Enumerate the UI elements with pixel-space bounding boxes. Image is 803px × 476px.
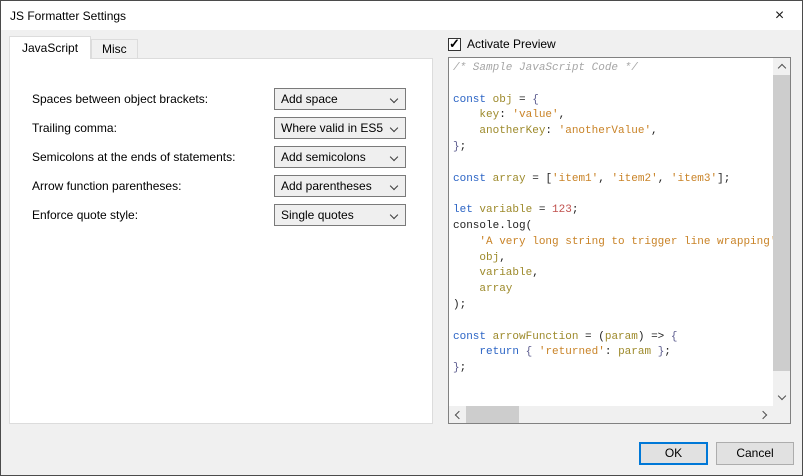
combo-quote-style[interactable]: Single quotes (274, 204, 406, 226)
chevron-down-icon (390, 153, 398, 161)
tab-javascript[interactable]: JavaScript (9, 36, 91, 59)
scrollbar-corner (773, 406, 790, 423)
tab-javascript-label: JavaScript (22, 41, 78, 55)
scroll-down-icon[interactable] (773, 389, 790, 406)
javascript-tab-panel: Spaces between object brackets: Add spac… (9, 58, 433, 424)
setting-label-quote-style: Enforce quote style: (32, 208, 138, 222)
chevron-down-icon (390, 95, 398, 103)
scroll-left-icon[interactable] (449, 406, 466, 423)
setting-label-arrow-parentheses: Arrow function parentheses: (32, 179, 181, 193)
js-formatter-settings-dialog: JS Formatter Settings × JavaScript Misc … (0, 0, 803, 476)
tab-misc[interactable]: Misc (91, 39, 138, 58)
cancel-button-label: Cancel (736, 446, 773, 460)
activate-preview-label: Activate Preview (467, 37, 556, 51)
combo-semicolons[interactable]: Add semicolons (274, 146, 406, 168)
combo-semicolons-value: Add semicolons (281, 150, 366, 164)
setting-label-object-brackets: Spaces between object brackets: (32, 92, 208, 106)
horizontal-scrollbar[interactable] (449, 406, 773, 423)
chevron-down-icon (390, 182, 398, 190)
combo-arrow-parentheses-value: Add parentheses (281, 179, 372, 193)
ok-button[interactable]: OK (639, 442, 708, 465)
code-area: /* Sample JavaScript Code */ const obj =… (449, 58, 773, 406)
close-button[interactable]: × (757, 1, 802, 30)
close-icon: × (775, 8, 784, 24)
window-title: JS Formatter Settings (10, 9, 126, 23)
checkbox-check-icon: ✓ (449, 36, 460, 52)
code-preview-box: /* Sample JavaScript Code */ const obj =… (448, 57, 791, 424)
combo-object-brackets[interactable]: Add space (274, 88, 406, 110)
vertical-scrollbar-thumb[interactable] (773, 75, 790, 371)
setting-label-semicolons: Semicolons at the ends of statements: (32, 150, 235, 164)
checkbox-box: ✓ (448, 38, 461, 51)
scroll-up-icon[interactable] (773, 58, 790, 75)
cancel-button[interactable]: Cancel (716, 442, 794, 465)
activate-preview-checkbox[interactable]: ✓ Activate Preview (448, 37, 556, 51)
chevron-down-icon (390, 211, 398, 219)
scroll-right-icon[interactable] (756, 406, 773, 423)
combo-object-brackets-value: Add space (281, 92, 338, 106)
combo-trailing-comma[interactable]: Where valid in ES5 (274, 117, 406, 139)
horizontal-scrollbar-thumb[interactable] (466, 406, 519, 423)
ok-button-label: OK (665, 446, 682, 460)
vertical-scrollbar[interactable] (773, 58, 790, 406)
combo-quote-style-value: Single quotes (281, 208, 354, 222)
combo-arrow-parentheses[interactable]: Add parentheses (274, 175, 406, 197)
setting-label-trailing-comma: Trailing comma: (32, 121, 117, 135)
chevron-down-icon (390, 124, 398, 132)
combo-trailing-comma-value: Where valid in ES5 (281, 121, 383, 135)
tab-misc-label: Misc (102, 42, 127, 56)
titlebar: JS Formatter Settings × (1, 1, 802, 30)
